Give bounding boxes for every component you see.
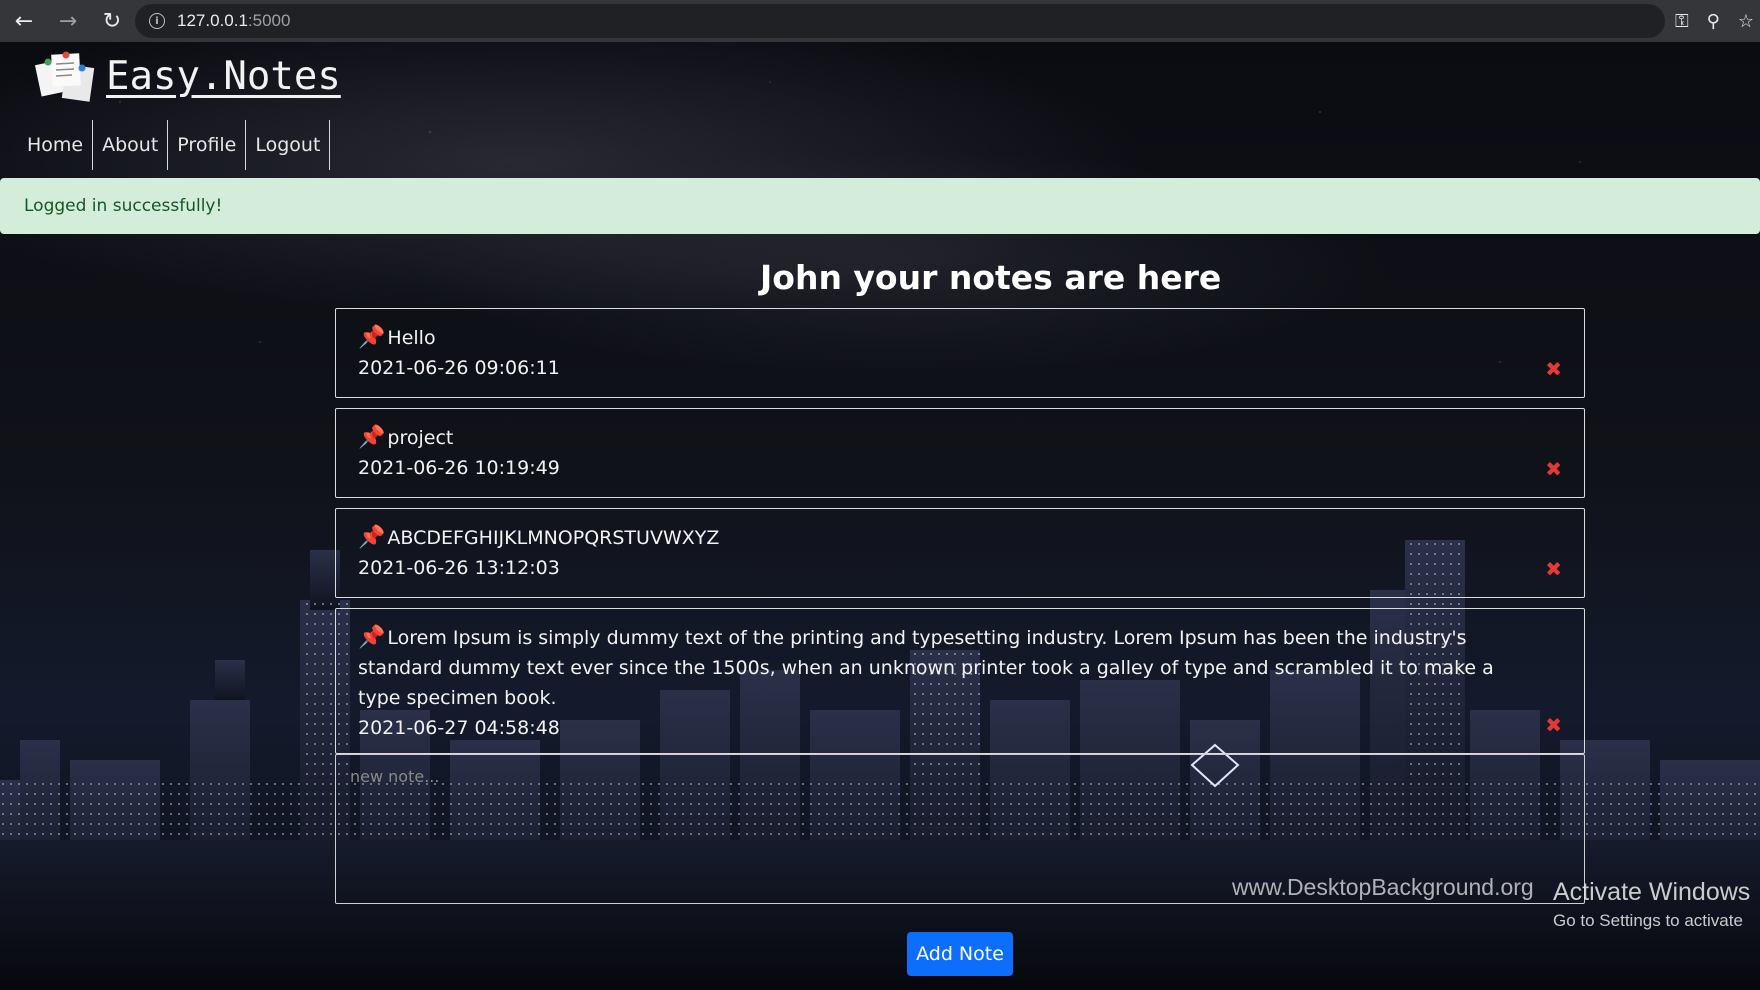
nav-home[interactable]: Home	[18, 120, 94, 170]
nav-about[interactable]: About	[93, 120, 169, 170]
note-card: 📌 ABCDEFGHIJKLMNOPQRSTUVWXYZ 2021-06-26 1…	[335, 508, 1585, 598]
page-title: John your notes are here	[760, 258, 1222, 297]
delete-note-icon[interactable]: ✖	[1545, 713, 1562, 737]
star-icon[interactable]: ☆	[1738, 11, 1754, 32]
notes-list: 📌 Hello 2021-06-26 09:06:11 ✖ 📌 project 20…	[335, 308, 1585, 764]
delete-note-icon[interactable]: ✖	[1545, 357, 1562, 381]
forward-arrow-icon[interactable]: →	[48, 1, 88, 41]
alert-message: Logged in successfully!	[24, 196, 223, 216]
pushpin-icon: 📌	[358, 425, 386, 450]
note-timestamp: 2021-06-26 09:06:11	[358, 357, 560, 379]
note-text: project	[387, 427, 454, 449]
browser-toolbar: ← → ↻ i 127.0.0.1:5000 ⚿ ⚲ ☆	[0, 0, 1760, 42]
note-text: Lorem Ipsum is simply dummy text of the …	[358, 627, 1494, 709]
note-card: 📌 project 2021-06-26 10:19:49 ✖	[335, 408, 1585, 498]
delete-note-icon[interactable]: ✖	[1545, 557, 1562, 581]
notes-logo-icon	[34, 48, 100, 104]
pushpin-icon: 📌	[358, 625, 386, 650]
zoom-icon[interactable]: ⚲	[1707, 11, 1720, 32]
note-text: Hello	[387, 327, 436, 349]
note-text: ABCDEFGHIJKLMNOPQRSTUVWXYZ	[387, 527, 720, 549]
reload-icon[interactable]: ↻	[92, 1, 132, 41]
note-timestamp: 2021-06-26 10:19:49	[358, 457, 560, 479]
note-card: 📌 Lorem Ipsum is simply dummy text of the…	[335, 608, 1585, 754]
address-bar[interactable]: i 127.0.0.1:5000	[135, 4, 1665, 38]
delete-note-icon[interactable]: ✖	[1545, 457, 1562, 481]
note-card: 📌 Hello 2021-06-26 09:06:11 ✖	[335, 308, 1585, 398]
key-icon[interactable]: ⚿	[1675, 11, 1689, 32]
note-timestamp: 2021-06-26 13:12:03	[358, 557, 560, 579]
pushpin-icon: 📌	[358, 325, 386, 350]
brand[interactable]: Easy.Notes	[34, 48, 341, 104]
nav-profile[interactable]: Profile	[168, 120, 247, 170]
brand-name[interactable]: Easy.Notes	[106, 54, 341, 99]
windows-activation-notice: Activate Windows Go to Settings to activ…	[1553, 878, 1750, 931]
main-nav: Home About Profile Logout	[18, 120, 331, 170]
background-watermark: www.DesktopBackground.org	[1232, 874, 1534, 900]
note-timestamp: 2021-06-27 04:58:48	[358, 717, 560, 739]
activate-subtitle: Go to Settings to activate	[1553, 911, 1743, 930]
add-note-button[interactable]: Add Note	[907, 932, 1013, 976]
nav-logout[interactable]: Logout	[246, 120, 331, 170]
activate-title: Activate Windows	[1553, 878, 1751, 906]
site-info-icon[interactable]: i	[149, 13, 165, 29]
pushpin-icon: 📌	[358, 525, 386, 550]
back-arrow-icon[interactable]: ←	[4, 1, 44, 41]
success-alert: Logged in successfully!	[0, 178, 1760, 234]
url-text[interactable]: 127.0.0.1:5000	[177, 11, 290, 31]
